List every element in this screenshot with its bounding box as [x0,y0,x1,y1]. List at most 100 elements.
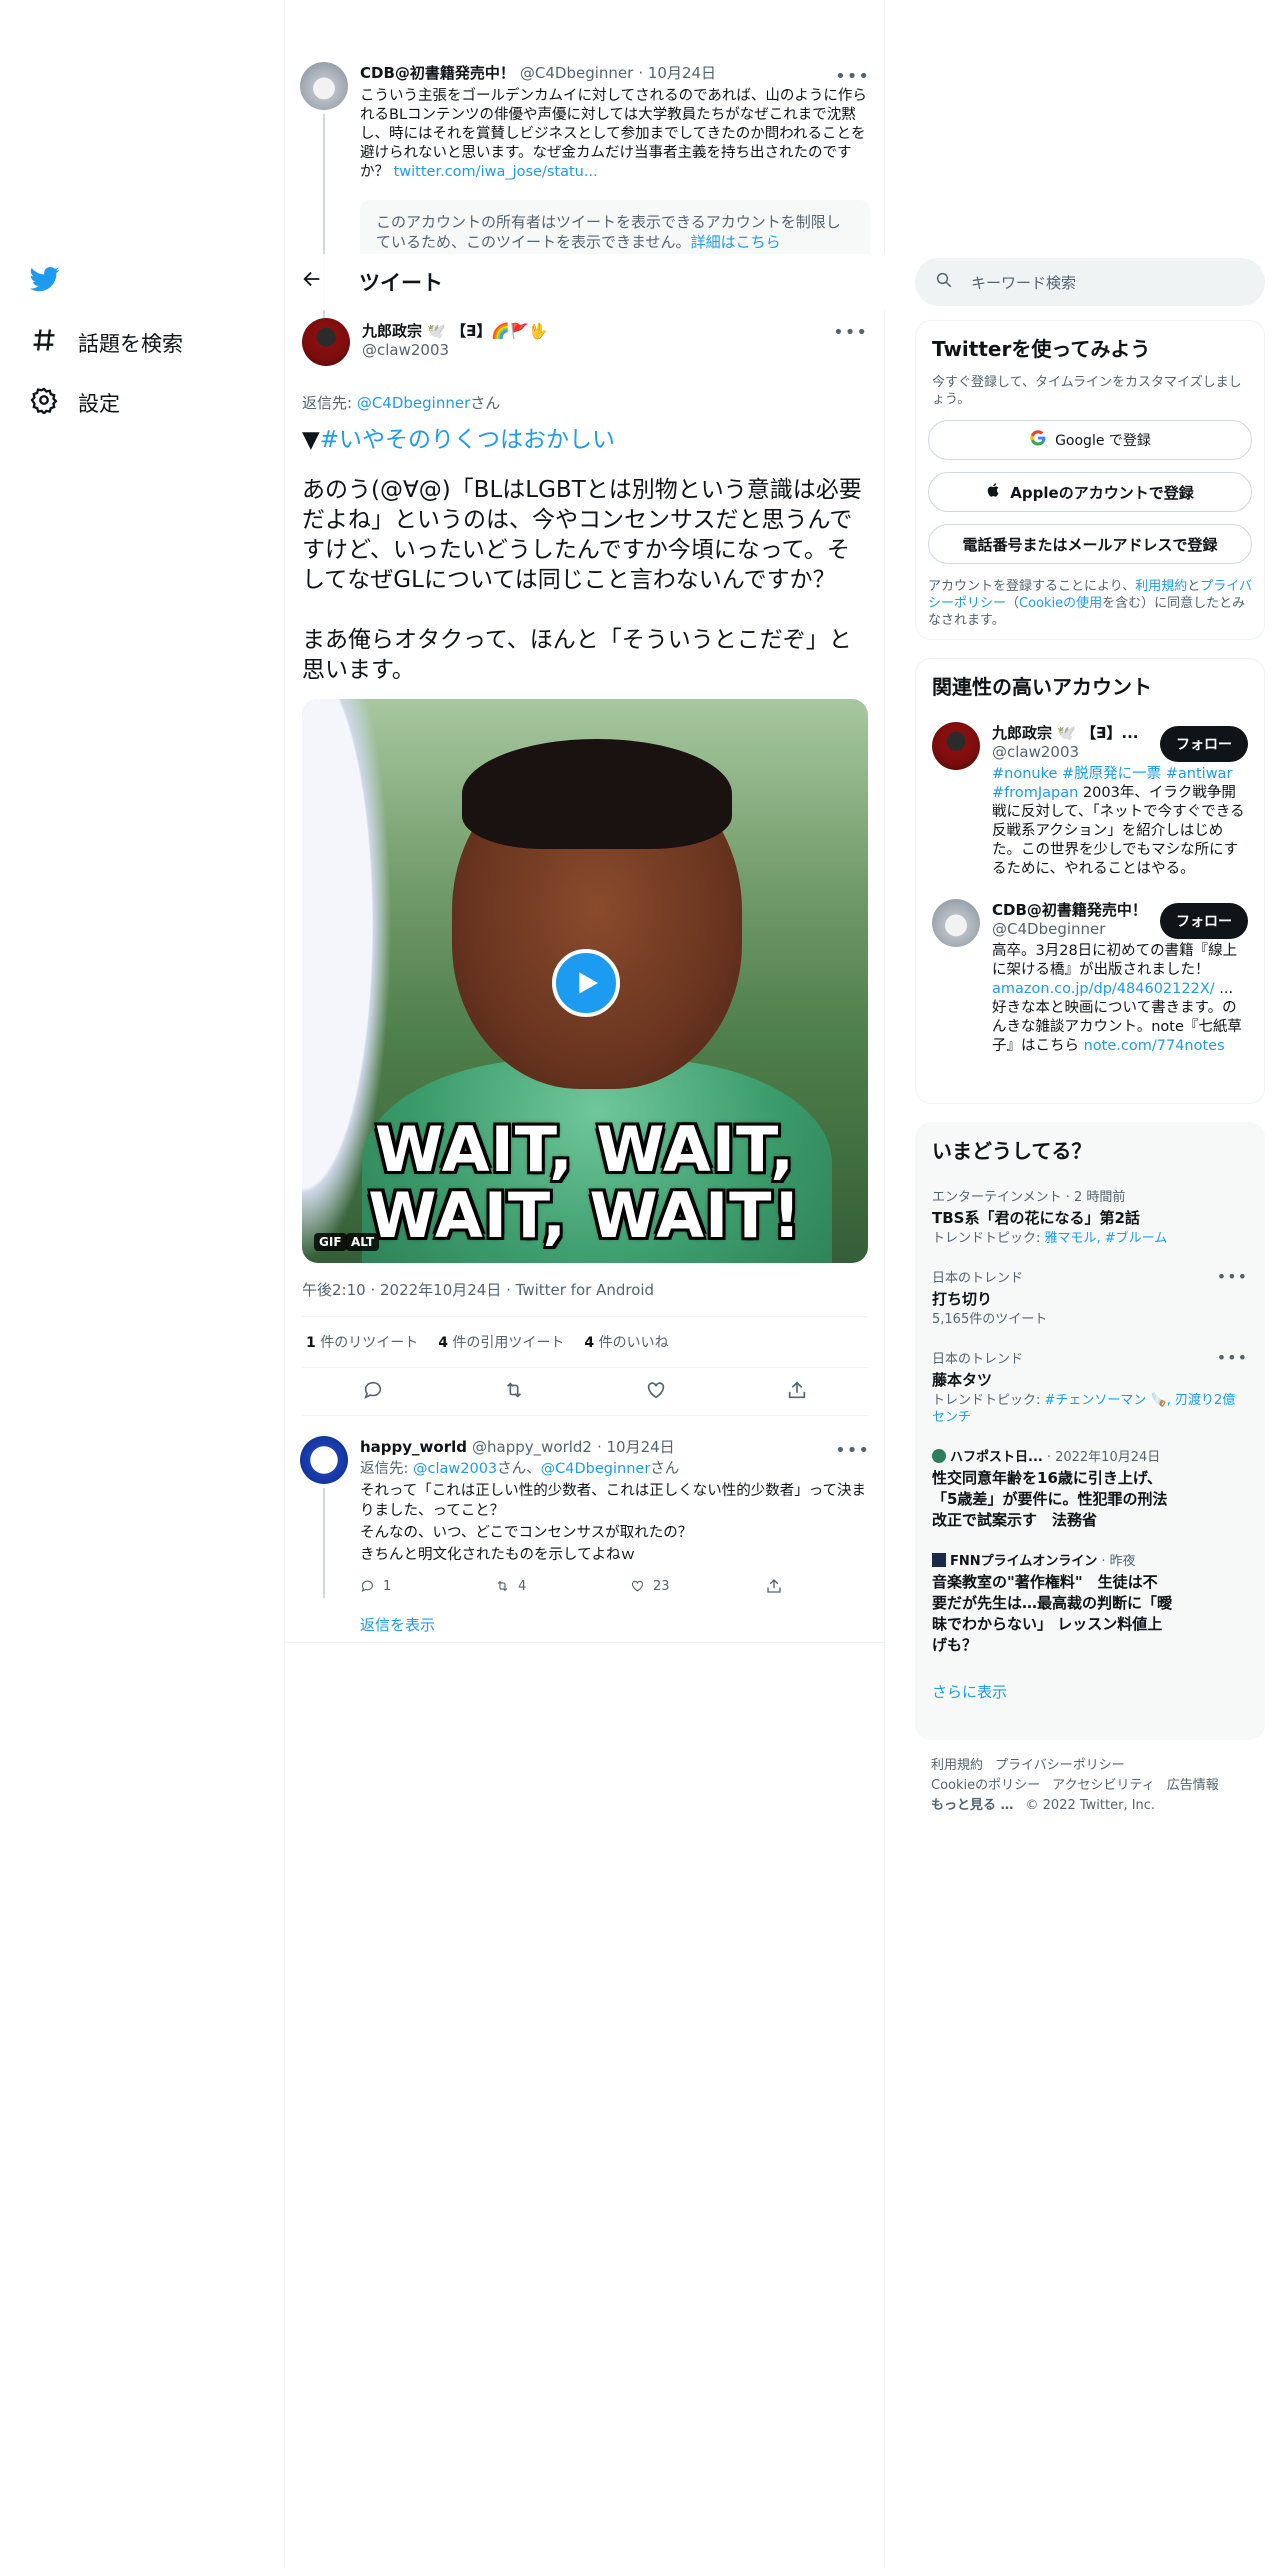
footer-ads[interactable]: 広告情報 [1167,1778,1219,1793]
tweet-text-line-2: そんなの、いつ、どこでコンセンサスが取れたの？ [360,1525,693,1541]
tweet-author-handle[interactable]: @happy_world2 [472,1438,592,1456]
search-input[interactable]: キーワード検索 [915,258,1265,306]
trend-item[interactable]: ••• 日本のトレンド 打ち切り 5,165件のツイート [916,1257,1264,1338]
tweet-author-handle[interactable]: @claw2003 [362,341,868,359]
related-account[interactable]: フォロー 九郎政宗 🕊️ 【∃】... @claw2003 #nonuke #脱… [916,712,1264,889]
bio-link-2[interactable]: note.com/774notes [1084,1038,1225,1054]
more-icon[interactable]: ••• [833,322,868,343]
cookie-link[interactable]: Cookieの使用 [1019,596,1102,611]
google-signup-button[interactable]: Google で登録 [928,420,1252,460]
reply-tweet[interactable]: ••• happy_world @happy_world2 · 10月24日 返… [300,1436,870,1634]
tweet-hashtag-line: ▼#いやそのりくつはおかしい [302,425,868,455]
news-logo-icon [932,1552,946,1567]
footer-more[interactable]: もっと見る … [931,1798,1014,1813]
tweet-meta[interactable]: 午後2:10 · 2022年10月24日 · Twitter for Andro… [302,1279,868,1317]
follow-button[interactable]: フォロー [1160,903,1248,939]
reply-to-link-1[interactable]: @claw2003 [413,1461,497,1477]
heart-icon[interactable] [645,1379,667,1405]
media-caption-line-1: WAIT, WAIT, [375,1113,795,1186]
tweet-author-handle[interactable]: @C4Dbeginner [520,64,633,82]
news-source: ハフポスト日... [950,1450,1043,1465]
reply-to-link-2[interactable]: @C4Dbeginner [541,1461,651,1477]
avatar[interactable] [300,1436,348,1484]
parent-tweet[interactable]: ••• CDB@初書籍発売中！ @C4Dbeginner · 10月24日 こう… [300,62,870,319]
nav-explore[interactable]: 話題を検索 [30,326,183,359]
apple-signup-button[interactable]: Appleのアカウントで登録 [928,472,1252,512]
reply-mid: さん、 [497,1461,541,1477]
play-icon[interactable] [552,949,620,1017]
media-caption: WAIT, WAIT, WAIT, WAIT! [302,1117,868,1249]
verified-badge-icon [932,1448,946,1463]
reply-button[interactable]: 1 [360,1577,495,1595]
reply-prefix: 返信先: [302,394,357,412]
trend-topic-links[interactable]: 雅マモル, #ブルーム [1045,1231,1168,1246]
hashtag-icon [30,326,58,359]
phone-email-signup-button[interactable]: 電話番号またはメールアドレスで登録 [928,524,1252,564]
tweet-author-name[interactable]: happy_world [360,1438,467,1456]
follow-button[interactable]: フォロー [1160,726,1248,762]
tweet-author-name[interactable]: CDB@初書籍発売中！ [360,62,515,83]
more-icon[interactable]: ••• [1217,1267,1248,1286]
avatar[interactable] [300,62,348,110]
trend-title: 打ち切り [932,1290,993,1308]
footer-cookie[interactable]: Cookieのポリシー [931,1778,1040,1793]
avatar[interactable] [932,722,980,770]
bio-link[interactable]: amazon.co.jp/dp/484602122X/ [992,981,1215,997]
related-account[interactable]: フォロー CDB@初書籍発売中！ @C4Dbeginner 高卒。3月28日に初… [916,889,1264,1066]
search-icon [935,271,953,293]
news-item[interactable]: FNNプライムオンライン · 昨夜 音楽教室の"著作権料" 生徒は不要だが先生は…… [916,1540,1264,1665]
more-icon[interactable]: ••• [835,1440,870,1461]
tweet-author-name[interactable]: 九郎政宗 🕊️ 【∃】🌈🚩🖖 [362,320,868,341]
retweet-button[interactable]: 4 [495,1577,630,1595]
news-source: FNNプライムオンライン [950,1554,1098,1569]
like-count[interactable]: 4 件のいいね [584,1332,668,1352]
twitter-logo-icon[interactable] [29,264,70,304]
thread-line [323,1488,325,1598]
reply-to-link[interactable]: @C4Dbeginner [357,394,470,412]
avatar[interactable] [302,318,350,366]
like-button[interactable]: 23 [630,1577,765,1595]
reply-suffix: さん [650,1461,680,1477]
trend-item[interactable]: ••• 日本のトレンド 藤本タツ トレンドトピック: #チェンソーマン 🪚, 刃… [916,1338,1264,1436]
retweet-icon[interactable] [503,1379,525,1405]
trend-context: 日本のトレンド [932,1352,1024,1367]
back-arrow-icon[interactable] [301,268,325,296]
tweet-text-line-1: それって「これは正しい性的少数者、これは正しくない性的少数者」って決まりました、… [360,1483,867,1519]
terms-link[interactable]: 利用規約 [1135,579,1187,594]
news-item[interactable]: ハフポスト日... · 2022年10月24日 性交同意年齢を16歳に引き上げ、「… [916,1436,1264,1540]
restricted-learn-more-link[interactable]: 詳細はこちら [691,233,781,251]
trends-card: いまどうしてる？ エンターテインメント · 2 時間前 TBS系「君の花になる」… [915,1122,1265,1740]
tweet-date[interactable]: · 10月24日 [597,1436,675,1457]
tweet-link[interactable]: twitter.com/iwa_jose/statu... [394,164,598,180]
tweet-counts: 1 件のリツイート 4 件の引用ツイート 4 件のいいね [302,1317,868,1368]
tweet-text: あのう(@∀@)「BLはLGBTとは別物という意識は必要だよね」というのは、今や… [302,477,862,683]
page-title: ツイート [359,271,443,295]
footer-privacy[interactable]: プライバシーポリシー [995,1758,1125,1773]
share-button[interactable] [765,1577,870,1595]
footer-terms[interactable]: 利用規約 [931,1758,983,1773]
retweet-count[interactable]: 1 件のリツイート [306,1332,418,1352]
show-replies-link[interactable]: 返信を表示 [360,1614,435,1635]
apple-icon [986,482,1002,502]
share-icon[interactable] [786,1379,808,1405]
nav-settings[interactable]: 設定 [30,386,120,419]
more-icon[interactable]: ••• [835,66,870,87]
alt-badge[interactable]: ALT [346,1233,380,1251]
share-icon [767,1579,781,1593]
avatar[interactable] [932,899,980,947]
quote-count[interactable]: 4 件の引用ツイート [438,1332,564,1352]
left-nav: 話題を検索 設定 [0,0,285,2568]
page-header: ツイート [285,254,885,310]
show-more-link[interactable]: さらに表示 [916,1665,1264,1718]
hashtag-link[interactable]: #いやそのりくつはおかしい [320,427,615,453]
tweet-gif-media[interactable]: WAIT, WAIT, WAIT, WAIT! GIF ALT [302,699,868,1263]
trend-item[interactable]: エンターテインメント · 2 時間前 TBS系「君の花になる」第2話 トレンドト… [916,1176,1264,1257]
footer-accessibility[interactable]: アクセシビリティ [1052,1778,1155,1793]
tweet-date[interactable]: · 10月24日 [638,62,716,83]
trend-title: TBS系「君の花になる」第2話 [932,1209,1140,1227]
more-icon[interactable]: ••• [1217,1348,1248,1367]
nav-settings-label: 設定 [78,391,120,416]
reply-to-line: 返信先: @claw2003さん、@C4Dbeginnerさん [360,1459,870,1479]
reply-icon[interactable] [362,1379,384,1405]
reply-icon [361,1580,373,1593]
